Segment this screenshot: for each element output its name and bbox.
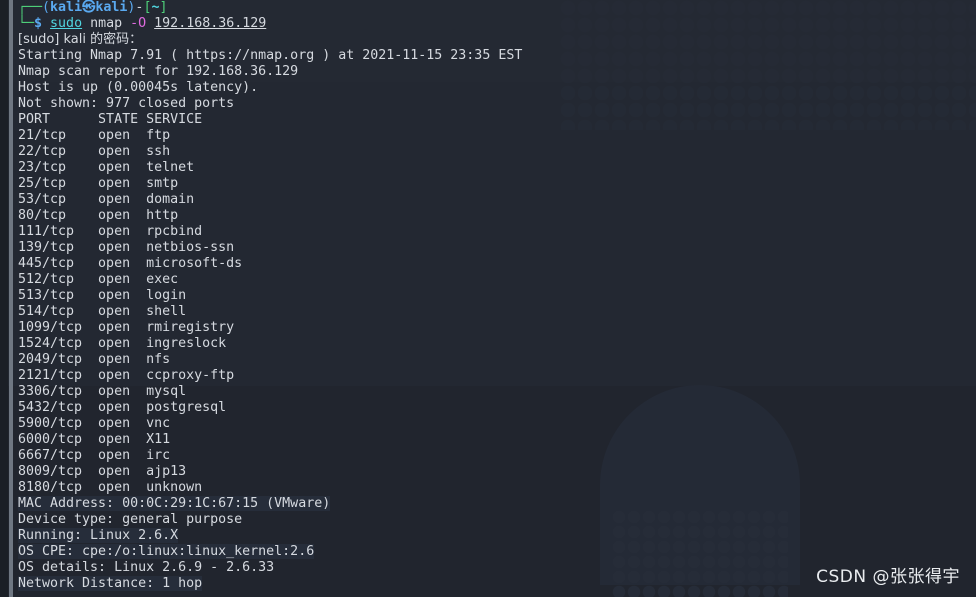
- port-table-header: PORT STATE SERVICE: [18, 112, 203, 127]
- prompt-line-top: ┌──(kali㉿kali)-[~]: [18, 0, 976, 16]
- nmap-start-line: Starting Nmap 7.91 ( https://nmap.org ) …: [18, 48, 523, 63]
- port-row: 2049/tcp open nfs: [18, 352, 171, 367]
- port-row: 2121/tcp open ccproxy-ftp: [18, 368, 235, 383]
- prompt-line-command: └─$ sudo nmap -O 192.168.36.129: [18, 16, 976, 32]
- command-sudo: sudo: [50, 16, 83, 31]
- port-row: 80/tcp open http: [18, 208, 179, 223]
- prompt-corner-top: ┌──: [18, 0, 43, 15]
- port-row: 513/tcp open login: [18, 288, 187, 303]
- nmap-report-line: Nmap scan report for 192.168.36.129: [18, 64, 299, 79]
- prompt-host: kali: [95, 0, 128, 15]
- host-status-line: Host is up (0.00045s latency).: [18, 80, 259, 95]
- prompt-paren-open: (: [42, 0, 51, 15]
- port-row: 6000/tcp open X11: [18, 432, 171, 447]
- prompt-corner-bottom: └─: [18, 16, 35, 31]
- port-row: 23/tcp open telnet: [18, 160, 195, 175]
- port-row: 6667/tcp open irc: [18, 448, 171, 463]
- port-row: 512/tcp open exec: [18, 272, 179, 287]
- os-cpe-line: OS CPE: cpe:/o:linux:linux_kernel:2.6: [18, 544, 976, 560]
- sudo-password-prompt: [sudo] kali 的密码：: [18, 32, 143, 47]
- port-row: 1099/tcp open rmiregistry: [18, 320, 235, 335]
- port-row: 1524/tcp open ingreslock: [18, 336, 227, 351]
- closed-ports-line: Not shown: 977 closed ports: [18, 96, 235, 111]
- port-row: 8009/tcp open ajp13: [18, 464, 187, 479]
- os-cpe-text: OS CPE: cpe:/o:linux:linux_kernel:2.6: [18, 544, 315, 559]
- kali-at-icon: ㉿: [82, 0, 96, 15]
- port-row: 22/tcp open ssh: [18, 144, 171, 159]
- port-row: 139/tcp open netbios-ssn: [18, 240, 235, 255]
- terminal-output[interactable]: ┌──(kali㉿kali)-[~] └─$ sudo nmap -O 192.…: [18, 0, 976, 597]
- port-row: 5432/tcp open postgresql: [18, 400, 227, 415]
- terminal-left-gutter: [0, 0, 8, 597]
- mac-address-line: MAC Address: 00:0C:29:1C:67:15 (VMware): [18, 496, 976, 512]
- scrollbar-thumb[interactable]: [9, 0, 13, 597]
- command-program: nmap: [90, 16, 123, 31]
- mac-address-text: MAC Address: 00:0C:29:1C:67:15 (VMware): [18, 496, 331, 511]
- prompt-bracket-close: ]: [159, 0, 168, 15]
- running-line: Running: Linux 2.6.X: [18, 528, 976, 544]
- prompt-user: kali: [50, 0, 83, 15]
- command-flag: -O: [130, 16, 147, 31]
- port-row: 445/tcp open microsoft-ds: [18, 256, 243, 271]
- prompt-sigil: $: [34, 16, 43, 31]
- port-row: 21/tcp open ftp: [18, 128, 171, 143]
- device-type-line: Device type: general purpose: [18, 512, 243, 527]
- port-row: 514/tcp open shell: [18, 304, 187, 319]
- port-row: 25/tcp open smtp: [18, 176, 179, 191]
- network-distance-text: Network Distance: 1 hop: [18, 576, 203, 591]
- port-row: 8180/tcp open unknown: [18, 480, 203, 495]
- command-target-ip: 192.168.36.129: [154, 16, 267, 31]
- port-row: 3306/tcp open mysql: [18, 384, 187, 399]
- port-row: 5900/tcp open vnc: [18, 416, 171, 431]
- running-text: Running: Linux 2.6.X: [18, 528, 179, 543]
- terminal-window[interactable]: ┌──(kali㉿kali)-[~] └─$ sudo nmap -O 192.…: [0, 0, 976, 597]
- port-row: 111/tcp open rpcbind: [18, 224, 203, 239]
- csdn-watermark: CSDN @张张得宇: [816, 567, 960, 587]
- port-row: 53/tcp open domain: [18, 192, 195, 207]
